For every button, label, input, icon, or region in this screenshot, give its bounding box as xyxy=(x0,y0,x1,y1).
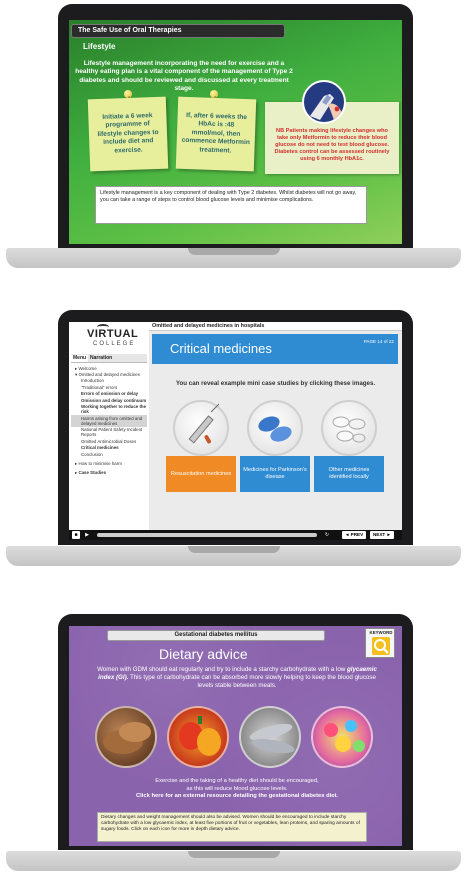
screen-dietary-advice: Gestational diabetes mellitus KEYWORD Di… xyxy=(69,626,402,846)
laptop-notch xyxy=(188,851,280,858)
card-resuscitation-medicines[interactable]: Resuscitation medicines xyxy=(166,456,236,492)
laptop-oral-therapies: The Safe Use of Oral Therapies Lifestyle… xyxy=(0,0,467,280)
syringe-icon xyxy=(188,403,220,444)
keyword-label: KEYWORD xyxy=(369,630,393,635)
intro-text: Women with GDM should eat regularly and … xyxy=(97,666,377,690)
page-title: Dietary advice xyxy=(159,646,248,662)
external-resource-link[interactable]: Click here for an external resource deta… xyxy=(136,793,338,799)
exercise-text: Exercise and the taking of a healthy die… xyxy=(136,778,338,800)
laptop-critical-medicines: VIRTUAL COLLEGE Menu Narration ▸ Welcome… xyxy=(0,298,467,580)
replay-icon[interactable]: ↻ xyxy=(323,531,331,539)
tab-narration[interactable]: Narration xyxy=(88,355,114,362)
menu-item-selected[interactable]: Harms arising from omitted and delayed m… xyxy=(71,414,147,427)
menu-item[interactable]: Omitted Antimicrobial Doses xyxy=(71,438,147,444)
tab-menu[interactable]: Menu xyxy=(71,355,89,362)
fish-image[interactable] xyxy=(239,706,301,768)
bread-image[interactable] xyxy=(95,706,157,768)
tablets-icon xyxy=(332,416,366,443)
sticky-note-1: Initiate a 6 week programme of lifestyle… xyxy=(87,96,169,172)
sweets-image[interactable] xyxy=(311,706,373,768)
pills-image[interactable] xyxy=(247,400,303,456)
sidebar-tabs: Menu Narration xyxy=(71,354,147,363)
page-title: Lifestyle xyxy=(83,42,116,51)
menu-item[interactable]: ▸ How to minimise harm xyxy=(71,460,147,466)
menu-item[interactable]: National Patient Safety Incident Reports xyxy=(71,427,147,439)
course-title-bar: Gestational diabetes mellitus xyxy=(107,630,325,641)
intro-text: Lifestyle management incorporating the n… xyxy=(75,60,293,93)
page-banner: Critical medicines PAGE 14 of 22 xyxy=(152,334,398,364)
menu-item[interactable]: ▾ Omitted and delayed medicines xyxy=(71,371,147,377)
main-content: Omitted and delayed medicines in hospita… xyxy=(149,322,402,540)
sidebar: VIRTUAL COLLEGE Menu Narration ▸ Welcome… xyxy=(69,322,149,540)
laptop-dietary-advice: Gestational diabetes mellitus KEYWORD Di… xyxy=(0,600,467,882)
laptop-notch xyxy=(188,546,280,553)
laptop-notch xyxy=(188,248,280,255)
screen-critical-medicines: VIRTUAL COLLEGE Menu Narration ▸ Welcome… xyxy=(69,322,402,540)
pills-icon xyxy=(258,416,292,442)
screen-oral-therapies: The Safe Use of Oral Therapies Lifestyle… xyxy=(69,20,402,244)
menu-item[interactable]: ▸ Case Studies xyxy=(71,470,147,476)
page-counter: PAGE 14 of 22 xyxy=(363,339,394,344)
course-title-bar: The Safe Use of Oral Therapies xyxy=(71,24,285,38)
card-parkinsons-medicines[interactable]: Medicines for Parkinson's disease xyxy=(240,456,310,492)
summary-text-box: Dietary changes and weight management sh… xyxy=(97,812,367,842)
progress-track[interactable] xyxy=(97,533,317,537)
menu-item[interactable]: Conclusion xyxy=(71,451,147,457)
syringe-image[interactable] xyxy=(173,400,229,456)
menu-list: ▸ Welcome ▾ Omitted and delayed medicine… xyxy=(71,365,147,476)
instruction-text: You can reveal example mini case studies… xyxy=(175,380,376,387)
page-title: Critical medicines xyxy=(170,341,272,356)
keyword-button[interactable]: KEYWORD xyxy=(365,628,395,658)
menu-item[interactable]: Working together to reduce the risk xyxy=(71,403,147,415)
logo-college: COLLEGE xyxy=(93,341,136,347)
play-button[interactable]: ▶ xyxy=(83,531,91,539)
player-controls: ■ ▶ ↻ ◄ PREV NEXT ► xyxy=(69,530,402,540)
magnifier-icon xyxy=(372,637,390,655)
card-other-medicines[interactable]: Other medicines identified locally xyxy=(314,456,384,492)
glucose-meter-icon xyxy=(302,80,346,124)
tablets-image[interactable] xyxy=(321,400,377,456)
menu-item[interactable]: Omission and delay continuum xyxy=(71,397,147,403)
menu-item[interactable]: Errors of omission or delay xyxy=(71,391,147,397)
module-title: Omitted and delayed medicines in hospita… xyxy=(149,322,402,331)
prev-button[interactable]: ◄ PREV xyxy=(342,531,366,539)
logo-virtual: VIRTUAL xyxy=(87,328,139,340)
stop-button[interactable]: ■ xyxy=(72,531,80,539)
peppers-image[interactable] xyxy=(167,706,229,768)
sticky-note-2: If, after 6 weeks the HbAc is :48 mmol/m… xyxy=(175,96,257,172)
summary-text-box: Lifestyle management is a key component … xyxy=(95,186,367,224)
next-button[interactable]: NEXT ► xyxy=(370,531,394,539)
